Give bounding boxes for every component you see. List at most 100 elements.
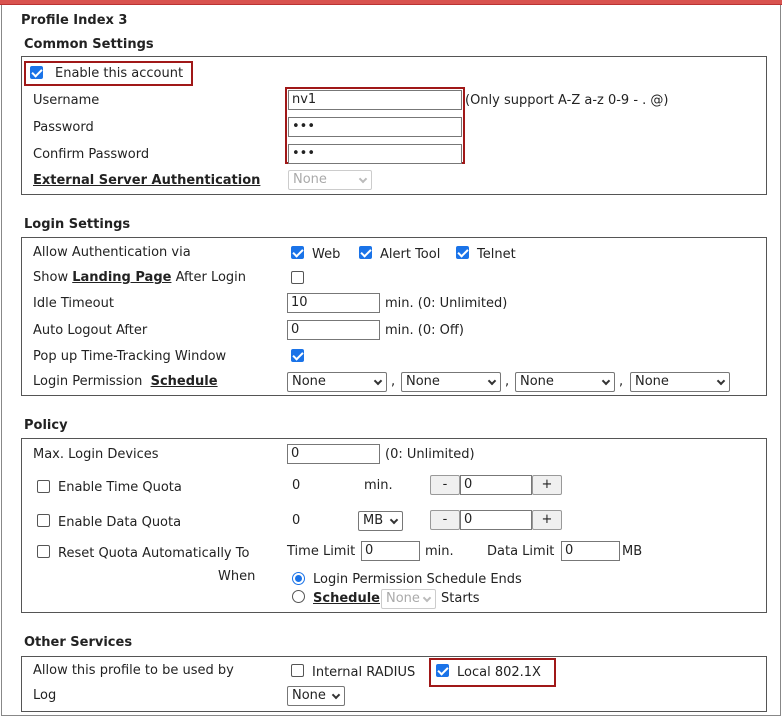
reset-option-schedule-ends-label: Login Permission Schedule Ends [313, 572, 522, 587]
data-limit-unit: MB [622, 544, 643, 559]
reset-quota-when-label: When [218, 569, 256, 584]
schedule-select-3-value: None [520, 374, 554, 389]
time-quota-checkbox[interactable] [37, 480, 50, 493]
show-suffix: After Login [175, 270, 247, 285]
chevron-down-icon [389, 515, 399, 525]
schedule-link[interactable]: Schedule [151, 374, 218, 389]
show-prefix: Show [33, 270, 69, 285]
data-unit-value: MB [363, 513, 384, 528]
confirm-password-label: Confirm Password [33, 147, 150, 162]
schedule-select-1[interactable]: None [287, 372, 387, 392]
chevron-down-icon [331, 690, 341, 700]
auth-alert-tool-checkbox[interactable] [359, 246, 372, 259]
username-label: Username [33, 93, 100, 108]
landing-page-link[interactable]: Landing Page [72, 270, 171, 285]
allow-profile-label: Allow this profile to be used by [33, 663, 234, 678]
allow-auth-label: Allow Authentication via [33, 245, 191, 260]
separator: , [619, 374, 624, 389]
chevron-down-icon [358, 174, 368, 184]
idle-timeout-input[interactable]: 10 [287, 293, 380, 313]
login-settings-heading: Login Settings [24, 217, 131, 232]
chevron-down-icon [487, 376, 497, 386]
reset-starts-label: Starts [441, 591, 480, 606]
schedule-select-3[interactable]: None [515, 372, 615, 392]
time-quota-step-input[interactable]: 0 [460, 475, 532, 495]
auth-telnet-checkbox[interactable] [456, 246, 469, 259]
time-limit-input[interactable]: 0 [361, 541, 420, 561]
log-label: Log [33, 688, 57, 703]
data-quota-label: Enable Data Quota [58, 515, 182, 530]
data-quota-increment-button[interactable]: + [532, 510, 562, 530]
password-input[interactable]: ••• [288, 117, 462, 137]
chevron-down-icon [373, 376, 383, 386]
auto-logout-input[interactable]: 0 [287, 320, 380, 340]
time-limit-label: Time Limit [287, 544, 356, 559]
chevron-down-icon [601, 376, 611, 386]
data-quota-value: 0 [292, 513, 301, 528]
username-input[interactable]: nv1 [288, 90, 462, 110]
show-landing-checkbox[interactable] [291, 271, 304, 284]
username-hint: (Only support A-Z a-z 0-9 - . @) [465, 93, 669, 108]
idle-timeout-label: Idle Timeout [33, 296, 114, 311]
auto-logout-label: Auto Logout After [33, 323, 148, 338]
login-permission-label: Login Permission [33, 374, 143, 389]
separator: , [391, 374, 396, 389]
local-8021x-checkbox[interactable] [436, 664, 449, 677]
internal-radius-checkbox[interactable] [291, 664, 304, 677]
chevron-down-icon [716, 376, 726, 386]
auth-telnet-label: Telnet [477, 247, 516, 262]
reset-option-schedule-starts-radio[interactable] [292, 590, 305, 603]
enable-account-checkbox[interactable] [30, 66, 43, 79]
reset-quota-checkbox[interactable] [37, 545, 50, 558]
data-quota-step-input[interactable]: 0 [460, 510, 532, 530]
reset-quota-label: Reset Quota Automatically To [58, 546, 250, 561]
time-quota-unit: min. [364, 478, 393, 493]
schedule-select-2[interactable]: None [401, 372, 501, 392]
popup-window-checkbox[interactable] [291, 349, 304, 362]
login-permission-row: Login Permission Schedule [33, 374, 218, 389]
profile-title: Profile Index 3 [21, 13, 128, 28]
data-quota-checkbox[interactable] [37, 514, 50, 527]
time-quota-value: 0 [292, 478, 301, 493]
confirm-password-input[interactable]: ••• [288, 144, 462, 164]
max-login-devices-input[interactable]: 0 [287, 444, 380, 464]
data-quota-decrement-button[interactable]: - [430, 510, 460, 530]
idle-timeout-hint: min. (0: Unlimited) [385, 296, 508, 311]
reset-option-schedule-ends-radio[interactable] [292, 572, 305, 585]
other-services-heading: Other Services [24, 635, 133, 650]
log-select[interactable]: None [287, 686, 345, 706]
auto-logout-hint: min. (0: Off) [385, 323, 464, 338]
local-8021x-label: Local 802.1X [457, 665, 541, 680]
time-quota-label: Enable Time Quota [58, 480, 182, 495]
time-quota-decrement-button[interactable]: - [430, 475, 460, 495]
reset-schedule-value: None [386, 591, 420, 606]
schedule-select-1-value: None [292, 374, 326, 389]
log-value: None [292, 688, 326, 703]
max-login-devices-hint: (0: Unlimited) [385, 447, 475, 462]
time-quota-increment-button[interactable]: + [532, 475, 562, 495]
external-auth-value: None [293, 172, 327, 187]
internal-radius-label: Internal RADIUS [312, 665, 416, 680]
schedule-select-4-value: None [635, 374, 669, 389]
password-label: Password [33, 120, 94, 135]
external-server-auth-link[interactable]: External Server Authentication [33, 173, 260, 188]
policy-heading: Policy [24, 418, 68, 433]
auth-alert-tool-label: Alert Tool [380, 247, 441, 262]
reset-schedule-select: None [381, 589, 436, 609]
auth-web-label: Web [312, 247, 341, 262]
common-settings-heading: Common Settings [24, 37, 154, 52]
schedule-select-2-value: None [406, 374, 440, 389]
show-landing-row: Show Landing Page After Login [33, 270, 246, 285]
data-limit-input[interactable]: 0 [561, 541, 620, 561]
enable-account-label: Enable this account [55, 66, 184, 81]
chevron-down-icon [422, 593, 432, 603]
reset-schedule-link[interactable]: Schedule [313, 591, 380, 606]
external-auth-select: None [288, 170, 372, 190]
max-login-devices-label: Max. Login Devices [33, 447, 159, 462]
schedule-select-4[interactable]: None [630, 372, 730, 392]
auth-web-checkbox[interactable] [291, 246, 304, 259]
popup-window-label: Pop up Time-Tracking Window [33, 349, 227, 364]
data-limit-label: Data Limit [487, 544, 555, 559]
time-limit-unit: min. [425, 544, 454, 559]
data-unit-select[interactable]: MB [358, 511, 403, 531]
